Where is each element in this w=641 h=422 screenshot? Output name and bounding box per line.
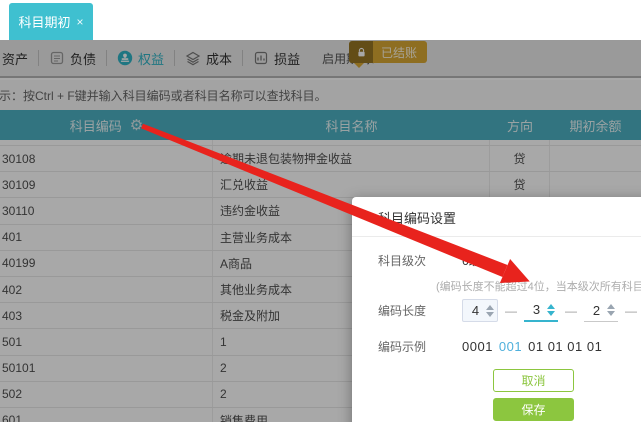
length-stepper-2[interactable]: 3	[524, 299, 558, 322]
stepper-separator: —	[505, 303, 517, 318]
page-tab-strip: 科目期初 ×	[0, 0, 641, 40]
level-select[interactable]: 6级	[462, 252, 481, 269]
length-stepper-3[interactable]: 2	[584, 300, 618, 322]
app-window: 科目期初 × 资产 负债 权益 成本 损益 启用期间：2020.10	[0, 0, 641, 422]
stepper-separator: —	[565, 303, 577, 318]
length-hint-text: (编码长度不能超过4位，当本级次所有科目编码首位	[436, 281, 641, 293]
stepper-up-icon[interactable]	[607, 304, 615, 309]
stepper-down-icon[interactable]	[547, 310, 555, 316]
stepper-up-icon[interactable]	[486, 304, 494, 310]
example-label: 编码示例	[378, 340, 427, 354]
stepper-down-icon[interactable]	[486, 311, 494, 317]
stepper-value[interactable]: 3	[530, 302, 543, 317]
stepper-down-icon[interactable]	[607, 311, 615, 316]
close-icon[interactable]: ×	[77, 15, 84, 29]
example-part: 01 01 01 01	[528, 339, 603, 354]
example-part: 0001	[462, 339, 493, 354]
stepper-separator: —	[625, 303, 637, 318]
code-settings-dialog: 科目编码设置 科目级次 6级 (编码长度不能超过4位，当本级次所有科目编码首位 …	[352, 197, 641, 422]
length-steppers: 4 — 3 — 2 — 2	[462, 299, 641, 322]
tab-subject-opening[interactable]: 科目期初 ×	[9, 3, 93, 40]
example-part-highlight: 001	[498, 339, 523, 354]
save-button[interactable]: 保存	[493, 398, 574, 421]
stepper-value[interactable]: 4	[469, 303, 482, 318]
cancel-button[interactable]: 取消	[493, 369, 574, 392]
example-value: 0001 001 01 01 01 01	[462, 339, 602, 354]
dialog-divider	[352, 236, 641, 237]
dialog-title: 科目编码设置	[378, 211, 457, 226]
length-stepper-1[interactable]: 4	[462, 299, 498, 322]
level-label: 科目级次	[378, 254, 427, 268]
stepper-up-icon[interactable]	[547, 303, 555, 309]
tab-label: 科目期初	[18, 15, 71, 30]
stepper-value[interactable]: 2	[590, 303, 603, 318]
length-label: 编码长度	[378, 304, 427, 318]
